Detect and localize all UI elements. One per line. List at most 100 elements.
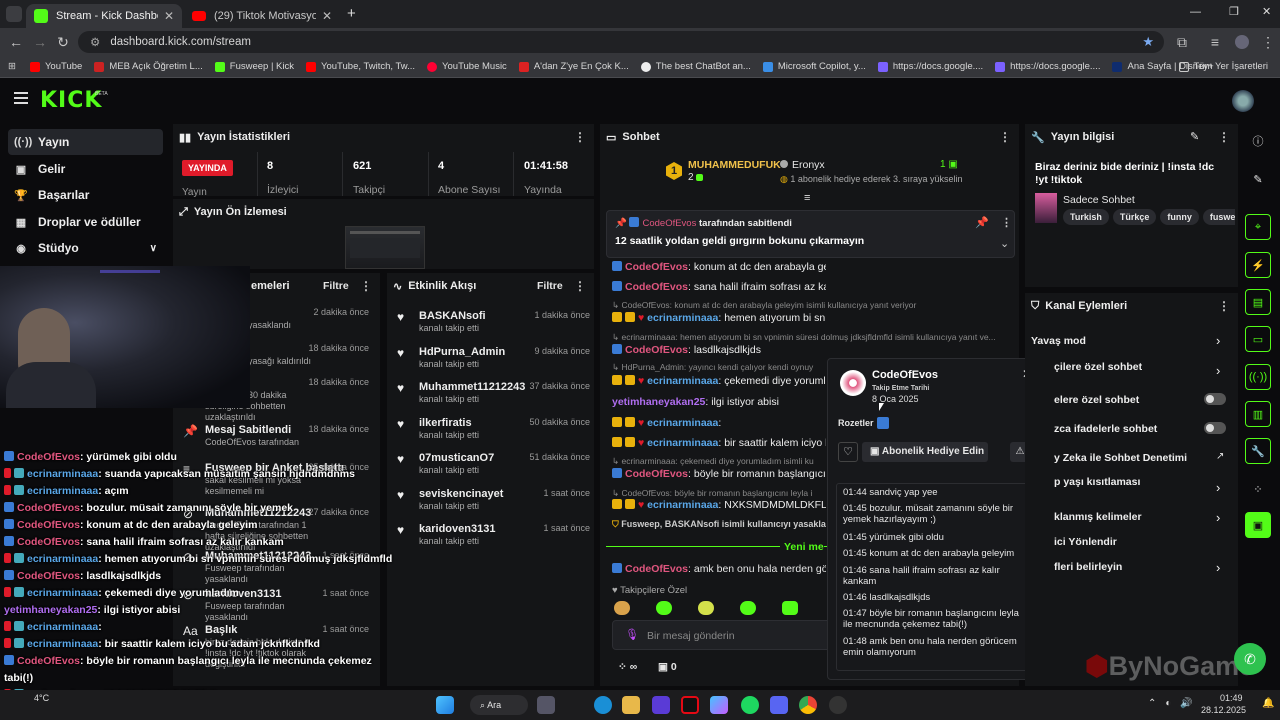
target-icon[interactable]: ⌖: [1245, 214, 1271, 240]
pencil-icon[interactable]: ✎: [1245, 166, 1271, 192]
apps-icon[interactable]: ⊞: [8, 61, 16, 72]
user-avatar[interactable]: [1232, 90, 1254, 112]
all-bookmarks[interactable]: Tüm Yer İşaretleri: [1178, 61, 1268, 72]
bookmark-item[interactable]: YouTube, Twitch, Tw...: [306, 61, 415, 72]
windows-start-icon[interactable]: [436, 696, 454, 714]
chevron-right-icon[interactable]: ›: [1216, 560, 1220, 575]
emote-icon[interactable]: [740, 601, 756, 615]
chat-username[interactable]: ecrinarminaaa: [647, 499, 718, 511]
banned-words-action[interactable]: klanmış kelimeler: [1054, 511, 1142, 523]
chat-message[interactable]: ♥ ecrinarminaaa: bir saattir kalem iciyo…: [612, 437, 826, 449]
chat-username[interactable]: ecrinarminaaa: [647, 312, 718, 324]
slow-mode-action[interactable]: Yavaş mod: [1031, 335, 1086, 347]
notification-icon[interactable]: 🔔: [1262, 698, 1274, 709]
netflix-icon[interactable]: [681, 696, 699, 714]
channel-points[interactable]: ⁘ ∞: [618, 661, 637, 673]
support-chat-button[interactable]: ✆: [1234, 643, 1266, 675]
copilot-icon[interactable]: [710, 696, 728, 714]
ai-moderation-action[interactable]: y Zeka ile Sohbet Denetimi: [1054, 452, 1187, 464]
bolt-icon[interactable]: ⚡: [1245, 252, 1271, 278]
chat-username[interactable]: ecrinarminaaa: [647, 437, 718, 449]
chat-username[interactable]: CodeOfEvos: [625, 261, 688, 273]
reload-button[interactable]: ↻: [55, 34, 71, 50]
bookmark-item[interactable]: The best ChatBot an...: [640, 61, 751, 72]
top-gifter-name[interactable]: MUHAMMEDUFUK: [688, 159, 781, 171]
tag-chip[interactable]: fusweep: [1202, 209, 1235, 225]
more-options-icon[interactable]: ⋮: [574, 279, 586, 293]
chat-username[interactable]: CodeOfEvos: [625, 281, 688, 293]
chevron-right-icon[interactable]: ›: [1216, 333, 1220, 348]
chat-message[interactable]: CodeOfEvos: sana halil ifraim sofrası az…: [612, 281, 826, 293]
host-action[interactable]: ici Yönlendir: [1054, 536, 1117, 548]
emote-icon[interactable]: [656, 601, 672, 615]
more-options-icon[interactable]: ⋮: [574, 130, 586, 144]
url-field[interactable]: ⚙ dashboard.kick.com/stream ★: [78, 31, 1164, 53]
hamburger-menu-icon[interactable]: [14, 92, 28, 104]
subs-only-action[interactable]: elere özel sohbet: [1054, 394, 1139, 406]
chevron-right-icon[interactable]: ›: [1216, 480, 1220, 495]
new-tab-button[interactable]: +: [347, 5, 356, 22]
chat-username[interactable]: ecrinarminaaa: [647, 375, 718, 387]
tab-close-icon[interactable]: ✕: [164, 9, 174, 23]
bookmark-item[interactable]: Fusweep | Kick: [214, 61, 294, 72]
microphone-icon[interactable]: 🎙: [625, 628, 639, 641]
category-name[interactable]: Sadece Sohbet: [1063, 194, 1135, 206]
tray-icons[interactable]: ⌃◐🔊: [1148, 698, 1202, 709]
extensions-icon[interactable]: ⧉: [1174, 34, 1190, 50]
chat-message[interactable]: CodeOfEvos: konum at dc den arabayla gel…: [612, 261, 826, 273]
browser-menu-icon[interactable]: ⋮: [1260, 34, 1276, 50]
unpin-icon[interactable]: 📌: [975, 216, 989, 229]
wrench-icon[interactable]: 🔧: [1245, 438, 1271, 464]
sidebar-item-yayin[interactable]: ((·)) Yayın: [8, 129, 163, 155]
chevron-right-icon[interactable]: ›: [1216, 510, 1220, 525]
chat-message[interactable]: ♥ ecrinarminaaa:: [612, 417, 826, 429]
site-info-icon[interactable]: ⚙: [90, 35, 100, 49]
emote-icon[interactable]: [698, 601, 714, 615]
info-icon[interactable]: ⓘ: [1245, 128, 1271, 154]
chat-message[interactable]: CodeOfEvos: böyle bir romanın başlangıcı…: [612, 468, 826, 480]
account-age-action[interactable]: p yaşı kısıtlaması: [1054, 476, 1140, 488]
message-history[interactable]: 01:44 sandviç yap yee 01:45 bozulur. müsa…: [836, 483, 1034, 671]
second-gifter[interactable]: Eronyx: [780, 159, 825, 171]
bookmark-item[interactable]: YouTube: [29, 61, 82, 72]
spotify-icon[interactable]: [741, 696, 759, 714]
minimize-button[interactable]: —: [1190, 6, 1201, 18]
bookmark-item[interactable]: MEB Açık Öğretim L...: [94, 61, 203, 72]
chevron-down-icon[interactable]: ⌄: [1000, 237, 1009, 250]
chat-bubble-icon[interactable]: ▭: [1245, 326, 1271, 352]
sidebar-item-studyo[interactable]: ◉ Stüdyo ∨: [8, 235, 163, 261]
file-explorer-icon[interactable]: [622, 696, 640, 714]
gift-points[interactable]: ▣ 0: [658, 661, 677, 673]
tab-search-icon[interactable]: [6, 6, 22, 22]
taskbar-search[interactable]: ⌕ Ara: [470, 695, 528, 715]
broadcast-icon[interactable]: ((·)): [1245, 364, 1271, 390]
more-options-icon[interactable]: ⋮: [1001, 216, 1012, 229]
tab-tiktok-music[interactable]: (29) Tiktok Motivasyon Müziği ✕: [184, 4, 340, 28]
activity-row[interactable]: ♥ 07musticanO7 kanalı takip etti 51 dakika …: [387, 452, 594, 488]
app-icon[interactable]: [652, 696, 670, 714]
external-link-icon[interactable]: ↗: [1216, 451, 1224, 462]
activity-row[interactable]: ♥ Muhammet11212243 kanalı takip etti 37 dak…: [387, 381, 594, 417]
activity-row[interactable]: ♥ ilkerfiratis kanalı takip etti 50 dakika …: [387, 417, 594, 453]
emote-icon[interactable]: [614, 601, 630, 615]
kick-logo[interactable]: KICK: [40, 88, 102, 113]
bookmark-item[interactable]: https://docs.google....: [995, 61, 1100, 72]
tag-chip[interactable]: Turkish: [1063, 209, 1109, 225]
panel-icon[interactable]: ▥: [1245, 401, 1271, 427]
mod-log-row[interactable]: 📌 Mesaj Sabitlendi CodeOfEvos tarafından 18…: [173, 424, 373, 460]
discord-icon[interactable]: [770, 696, 788, 714]
dots-icon[interactable]: ⁘: [1245, 476, 1271, 502]
bookmark-item[interactable]: A'dan Z'ye En Çok K...: [518, 61, 629, 72]
follow-heart-button[interactable]: ♡: [838, 442, 858, 462]
pinned-message[interactable]: 📌 CodeOfEvos tarafından sabitlendi 12 sa…: [606, 210, 1015, 258]
chrome-icon[interactable]: [799, 696, 817, 714]
tab-close-icon[interactable]: ✕: [322, 9, 332, 23]
chat-message[interactable]: yetimhaneyakan25: ilgi istiyor abisi: [612, 396, 826, 408]
edge-icon[interactable]: [594, 696, 612, 714]
avatar[interactable]: [840, 370, 866, 396]
activity-row[interactable]: ♥ seviskencinayet kanalı takip etti 1 saat …: [387, 488, 594, 524]
collapse-icon[interactable]: ≡: [804, 192, 810, 204]
sidebar-item-basarilar[interactable]: 🏆 Başarılar: [8, 182, 163, 208]
chat-username[interactable]: yetimhaneyakan25: [612, 396, 705, 408]
more-options-icon[interactable]: ⋮: [999, 130, 1011, 144]
